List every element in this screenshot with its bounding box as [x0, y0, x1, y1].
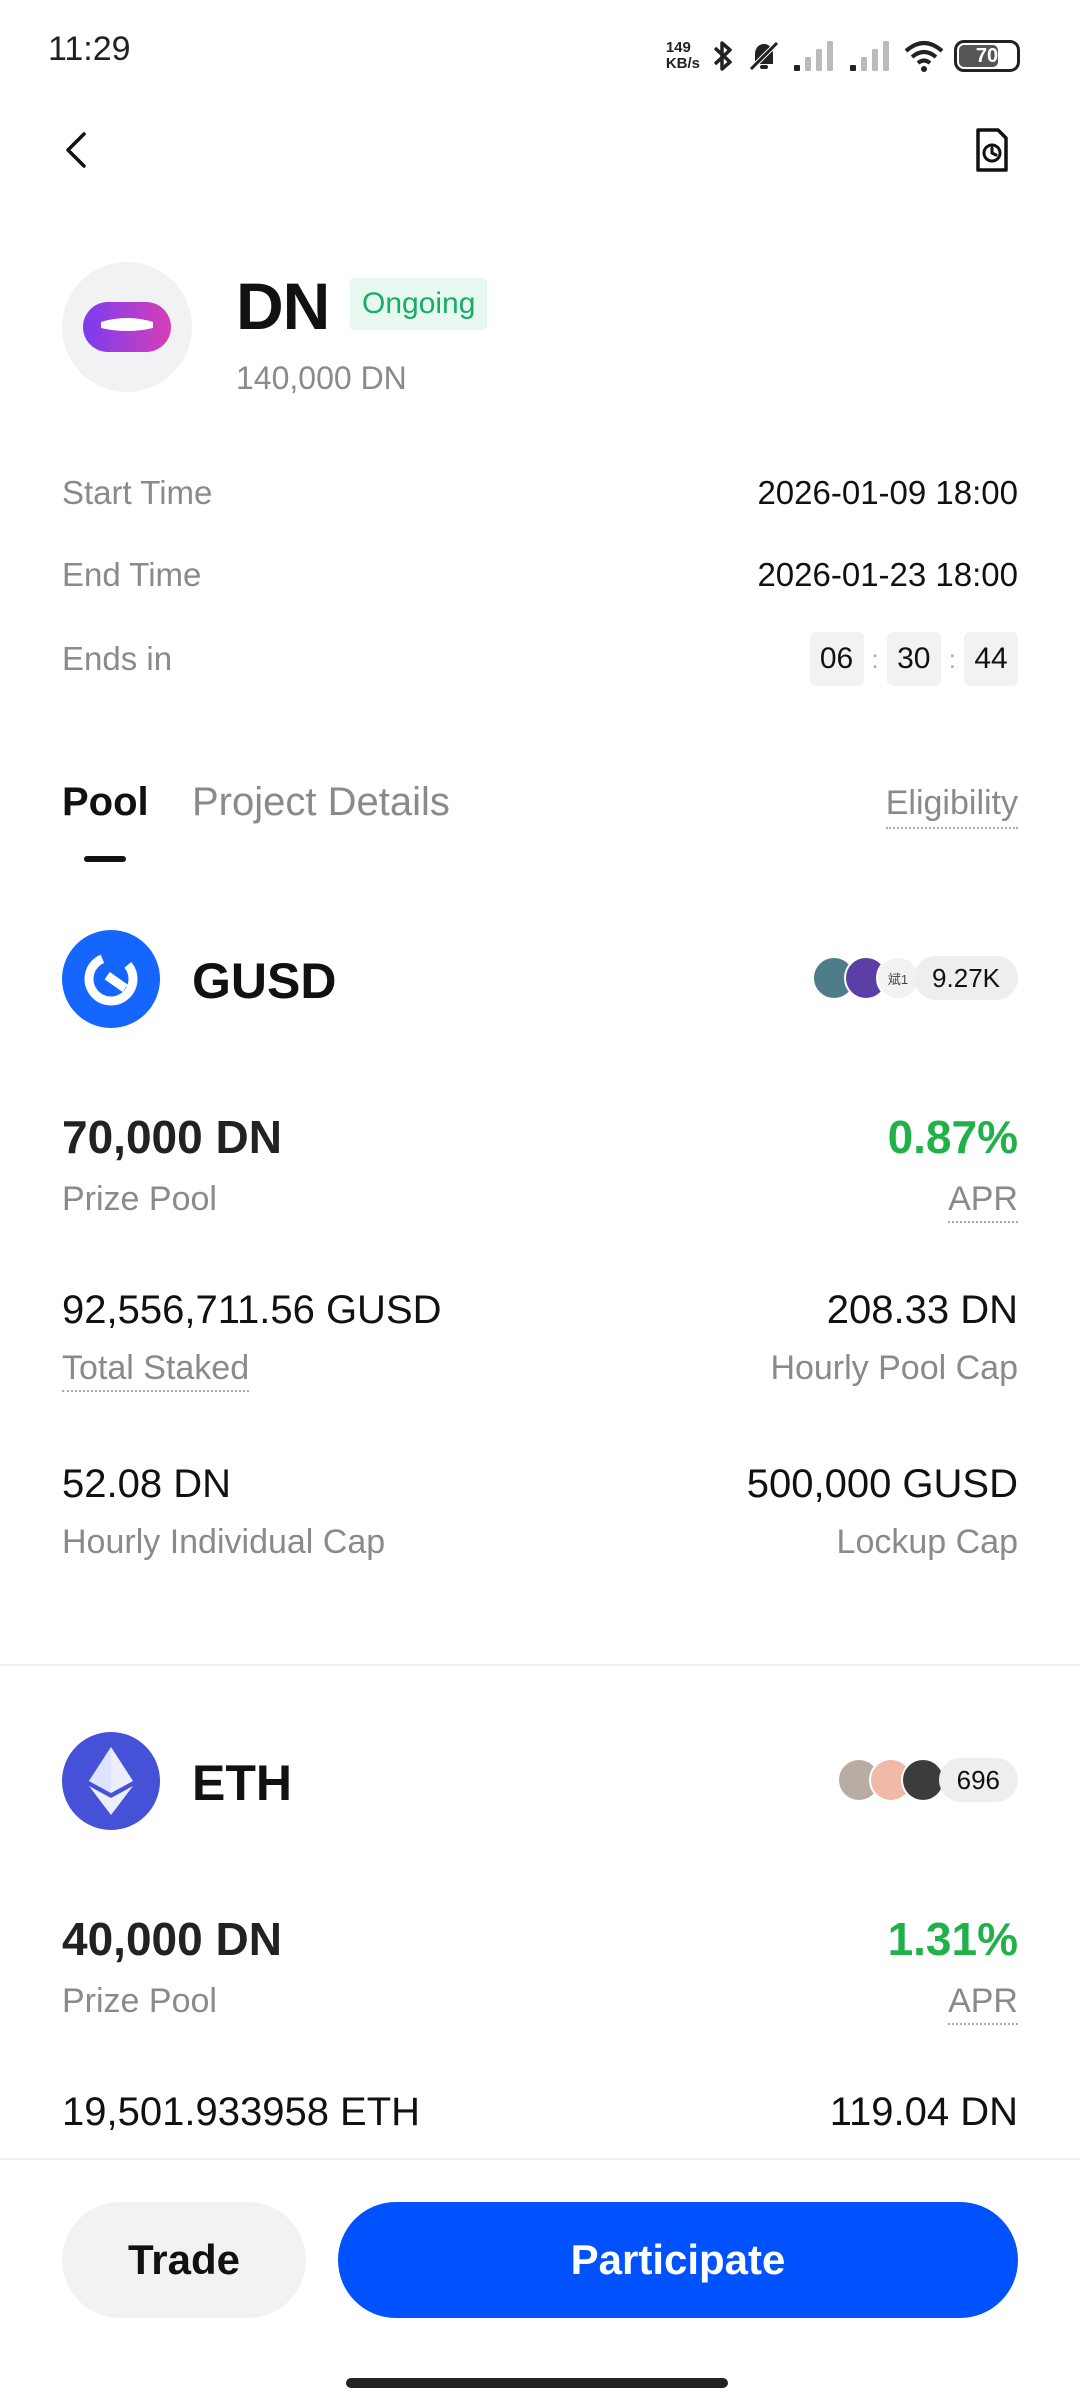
eligibility-link[interactable]: Eligibility: [885, 784, 1018, 829]
tab-bar: Pool Project Details Eligibility: [62, 780, 1018, 862]
hourly-pool-cap-label: Hourly Pool Cap: [770, 1349, 1018, 1387]
apr-label[interactable]: APR: [948, 1982, 1018, 2025]
participant-count: 9.27K: [914, 956, 1018, 1000]
top-bar: [0, 120, 1080, 180]
hourly-pool-cap-value: 208.33 DN: [826, 1288, 1018, 1332]
total-staked-stat: 92,556,711.56 GUSD Total Staked: [62, 1288, 442, 1392]
hourly-individual-cap-label: Hourly Individual Cap: [62, 1523, 386, 1561]
lockup-cap-value: 500,000 GUSD: [746, 1462, 1018, 1506]
prize-pool-label: Prize Pool: [62, 1982, 217, 2020]
apr-stat: 1.31% APR: [888, 1912, 1018, 2025]
trade-button[interactable]: Trade: [62, 2202, 306, 2318]
apr-label[interactable]: APR: [948, 1180, 1018, 1223]
hourly-pool-cap-stat: 208.33 DN Hourly Pool Cap: [770, 1288, 1018, 1388]
status-badge: Ongoing: [350, 278, 488, 330]
active-tab-indicator: [84, 856, 126, 862]
pool-name: GUSD: [192, 953, 337, 1009]
total-staked-value: 92,556,711.56 GUSD: [62, 1288, 442, 1332]
tab-pool[interactable]: Pool: [62, 780, 149, 825]
start-time-value: 2026-01-09 18:00: [757, 474, 1018, 511]
tab-project-details[interactable]: Project Details: [192, 780, 450, 825]
status-time: 11:29: [48, 30, 131, 68]
hourly-pool-cap-value: 119.04 DN: [829, 2090, 1018, 2134]
status-icons: 149 KB/s 70: [666, 36, 1020, 76]
hourly-pool-cap-stat: 119.04 DN: [830, 2090, 1018, 2135]
countdown-separator: :: [948, 643, 956, 674]
section-divider: [0, 1664, 1080, 1666]
start-time-label: Start Time: [62, 474, 213, 511]
countdown-separator: :: [871, 643, 879, 674]
network-speed: 149 KB/s: [665, 39, 700, 72]
lockup-cap-label: Lockup Cap: [836, 1523, 1018, 1561]
start-time-row: Start Time 2026-01-09 18:00: [62, 468, 1018, 518]
back-arrow-icon[interactable]: [56, 128, 100, 172]
end-time-row: End Time 2026-01-23 18:00: [62, 550, 1018, 600]
status-bar: 11:29 149 KB/s 70: [0, 0, 1080, 100]
countdown-minutes: 30: [886, 632, 941, 686]
lockup-cap-stat: 500,000 GUSD Lockup Cap: [747, 1462, 1018, 1562]
gusd-icon: [62, 930, 160, 1028]
bottom-action-bar: Trade Participate: [0, 2158, 1080, 2400]
ends-in-row: Ends in 06 : 30 : 44: [62, 632, 1018, 686]
prize-pool-value: 40,000 DN: [62, 1913, 282, 1965]
apr-value: 1.31%: [887, 1913, 1018, 1965]
history-document-icon[interactable]: [968, 126, 1016, 174]
prize-pool-value: 70,000 DN: [62, 1111, 282, 1163]
total-staked-label[interactable]: Total Staked: [62, 1349, 250, 1392]
countdown-seconds: 44: [964, 632, 1018, 686]
apr-stat: 0.87% APR: [888, 1110, 1018, 1223]
pool-name: ETH: [192, 1755, 292, 1811]
home-indicator[interactable]: [346, 2378, 728, 2388]
hourly-individual-cap-value: 52.08 DN: [62, 1462, 231, 1506]
hourly-individual-cap-stat: 52.08 DN Hourly Individual Cap: [62, 1462, 385, 1562]
battery-icon: 70: [954, 40, 1020, 72]
signal-icon-2: [850, 41, 889, 71]
mute-bell-icon: [749, 41, 779, 71]
prize-pool-label: Prize Pool: [62, 1180, 217, 1218]
total-staked-value: 19,501.933958 ETH: [62, 2090, 421, 2134]
gusd-pool-header[interactable]: GUSD 斌1 9.27K: [62, 930, 1018, 1030]
eth-icon: [62, 1732, 160, 1830]
signal-icon: [794, 41, 833, 71]
prize-pool-stat: 40,000 DN Prize Pool: [62, 1912, 282, 2021]
eth-pool-header[interactable]: ETH 696: [62, 1732, 1018, 1832]
dn-token-logo: [62, 262, 192, 392]
participants-group[interactable]: 696: [836, 1758, 1018, 1802]
ends-in-label: Ends in: [62, 640, 173, 677]
token-name: DN: [236, 269, 330, 343]
countdown-timer: 06 : 30 : 44: [809, 632, 1018, 686]
token-amount: 140,000 DN: [236, 360, 407, 396]
apr-value: 0.87%: [887, 1111, 1018, 1163]
battery-level: 70: [975, 44, 999, 67]
end-time-label: End Time: [62, 556, 202, 593]
prize-pool-stat: 70,000 DN Prize Pool: [62, 1110, 282, 1219]
participant-count: 696: [938, 1758, 1018, 1802]
dn-logo-icon: [83, 302, 171, 352]
total-staked-stat: 19,501.933958 ETH: [62, 2090, 420, 2135]
participate-button[interactable]: Participate: [338, 2202, 1018, 2318]
bluetooth-icon: [713, 41, 732, 71]
end-time-value: 2026-01-23 18:00: [757, 556, 1018, 593]
participants-group[interactable]: 斌1 9.27K: [812, 956, 1018, 1000]
wifi-icon: [904, 41, 944, 72]
countdown-hours: 06: [809, 632, 864, 686]
